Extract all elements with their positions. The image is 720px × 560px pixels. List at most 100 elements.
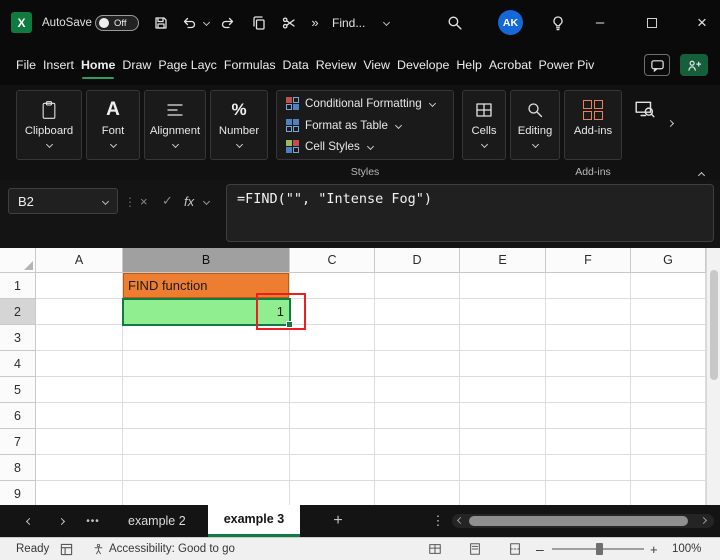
cell-G6[interactable] (631, 403, 706, 429)
menu-item-formulas[interactable]: Formulas (224, 45, 276, 85)
cell-E2[interactable] (460, 299, 546, 325)
zoom-slider-thumb[interactable] (596, 543, 603, 555)
cell-A7[interactable] (36, 429, 123, 455)
cell-D7[interactable] (375, 429, 460, 455)
sheet-scroll-right-button[interactable] (50, 505, 72, 537)
enter-button[interactable]: ✓ (162, 180, 178, 222)
ideas-button[interactable] (544, 0, 572, 45)
redo-button[interactable] (216, 0, 240, 45)
menu-item-review[interactable]: Review (316, 45, 357, 85)
addins-group-button[interactable]: Add-ins (564, 90, 622, 160)
cell-G3[interactable] (631, 325, 706, 351)
cell-A8[interactable] (36, 455, 123, 481)
cell-D1[interactable] (375, 273, 460, 299)
undo-dropdown[interactable] (200, 0, 212, 45)
find-dropdown[interactable]: Find... (332, 0, 378, 45)
scroll-right-icon[interactable] (699, 516, 708, 525)
ribbon-expand-arrow[interactable] (666, 113, 675, 131)
zoom-level[interactable]: 100% (672, 538, 701, 560)
cell-E3[interactable] (460, 325, 546, 351)
column-header-B[interactable]: B (123, 248, 290, 273)
cell-F8[interactable] (546, 455, 631, 481)
maximize-button[interactable] (634, 0, 670, 45)
copy-button[interactable] (246, 0, 272, 45)
menu-item-insert[interactable]: Insert (43, 45, 74, 85)
cell-B6[interactable] (123, 403, 290, 429)
cell-E4[interactable] (460, 351, 546, 377)
number-group-button[interactable]: % Number (210, 90, 268, 160)
cell-A5[interactable] (36, 377, 123, 403)
cell-G9[interactable] (631, 481, 706, 505)
editing-group-button[interactable]: Editing (510, 90, 560, 160)
cell-D5[interactable] (375, 377, 460, 403)
cell-C7[interactable] (290, 429, 375, 455)
cell-F9[interactable] (546, 481, 631, 505)
row-header-8[interactable]: 8 (0, 455, 36, 481)
screen-search-button[interactable] (634, 99, 656, 121)
select-all-button[interactable] (0, 248, 36, 273)
cell-E6[interactable] (460, 403, 546, 429)
cell-styles-button[interactable]: Cell Styles (286, 140, 444, 153)
column-header-E[interactable]: E (460, 248, 546, 273)
format-as-table-button[interactable]: Format as Table (286, 118, 444, 132)
sheet-tab-example-3[interactable]: example 3 (207, 505, 301, 537)
cell-D8[interactable] (375, 455, 460, 481)
find-chevron[interactable] (380, 0, 392, 45)
cell-C6[interactable] (290, 403, 375, 429)
menu-item-file[interactable]: File (16, 45, 36, 85)
cell-A2[interactable] (36, 299, 123, 325)
row-header-7[interactable]: 7 (0, 429, 36, 455)
clipboard-group-button[interactable]: Clipboard (16, 90, 82, 160)
row-header-1[interactable]: 1 (0, 273, 36, 299)
comments-button[interactable] (644, 54, 670, 76)
cell-B7[interactable] (123, 429, 290, 455)
horizontal-scrollbar[interactable] (452, 514, 714, 528)
sheet-overflow-button[interactable]: ••• (80, 505, 106, 537)
cell-B5[interactable] (123, 377, 290, 403)
cell-G4[interactable] (631, 351, 706, 377)
name-box[interactable]: B2 (8, 188, 118, 214)
add-sheet-button[interactable]: + (328, 505, 348, 537)
cell-F6[interactable] (546, 403, 631, 429)
cell-A1[interactable] (36, 273, 123, 299)
menu-item-draw[interactable]: Draw (122, 45, 151, 85)
cell-C9[interactable] (290, 481, 375, 505)
cell-G1[interactable] (631, 273, 706, 299)
font-group-button[interactable]: A Font (86, 90, 140, 160)
zoom-in-button[interactable]: + (650, 538, 658, 560)
cell-D4[interactable] (375, 351, 460, 377)
save-button[interactable] (148, 0, 174, 45)
cell-A6[interactable] (36, 403, 123, 429)
cell-F4[interactable] (546, 351, 631, 377)
cell-G5[interactable] (631, 377, 706, 403)
cell-E1[interactable] (460, 273, 546, 299)
column-header-C[interactable]: C (290, 248, 375, 273)
macro-record-button[interactable] (60, 538, 73, 560)
cell-F1[interactable] (546, 273, 631, 299)
cell-G8[interactable] (631, 455, 706, 481)
close-button[interactable]: × (684, 0, 720, 45)
cell-E5[interactable] (460, 377, 546, 403)
cell-A4[interactable] (36, 351, 123, 377)
row-header-5[interactable]: 5 (0, 377, 36, 403)
fx-chevron[interactable] (202, 180, 216, 222)
search-button[interactable] (440, 0, 468, 45)
cell-D9[interactable] (375, 481, 460, 505)
cells-group-button[interactable]: Cells (462, 90, 506, 160)
menu-item-view[interactable]: View (363, 45, 390, 85)
menu-item-power-piv[interactable]: Power Piv (539, 45, 595, 85)
cell-B9[interactable] (123, 481, 290, 505)
formula-input[interactable]: =FIND("", "Intense Fog") (226, 184, 714, 242)
normal-view-button[interactable] (428, 538, 442, 560)
accessibility-status[interactable]: Accessibility: Good to go (92, 538, 235, 560)
horizontal-scrollbar-thumb[interactable] (469, 516, 688, 526)
cell-C5[interactable] (290, 377, 375, 403)
cell-E9[interactable] (460, 481, 546, 505)
cell-A9[interactable] (36, 481, 123, 505)
cell-D2[interactable] (375, 299, 460, 325)
cut-button[interactable] (276, 0, 302, 45)
cancel-button[interactable]: × (140, 180, 156, 222)
menu-item-page-layc[interactable]: Page Layc (158, 45, 217, 85)
cell-D6[interactable] (375, 403, 460, 429)
cell-F3[interactable] (546, 325, 631, 351)
